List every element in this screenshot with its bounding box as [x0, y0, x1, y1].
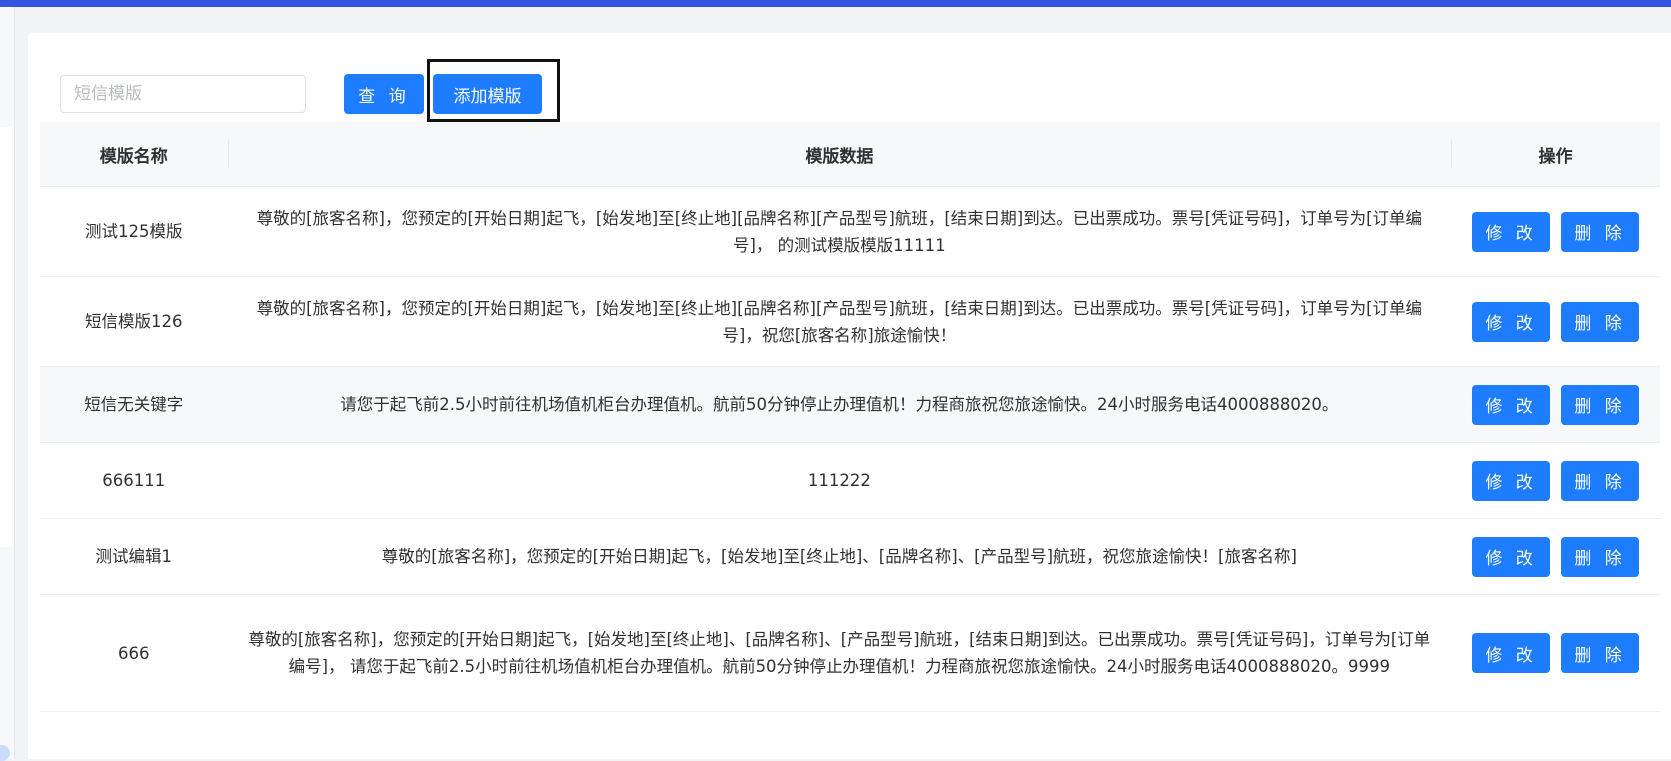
actions-cell: 修 改 删 除: [1451, 518, 1660, 595]
table-row: 短信模版126 尊敬的[旅客名称]，您预定的[开始日期]起飞，[始发地]至[终止…: [40, 276, 1660, 367]
table-row: 666 尊敬的[旅客名称]，您预定的[开始日期]起飞，[始发地]至[终止地]、[…: [40, 594, 1660, 712]
template-search-input[interactable]: [60, 75, 306, 113]
table-row: 测试125模版 尊敬的[旅客名称]，您预定的[开始日期]起飞，[始发地]至[终止…: [40, 186, 1660, 277]
table-row: 短信无关键字 请您于起飞前2.5小时前往机场值机柜台办理值机。航前50分钟停止办…: [40, 366, 1660, 443]
template-data-cell: 尊敬的[旅客名称]，您预定的[开始日期]起飞，[始发地]至[终止地]、[品牌名称…: [227, 518, 1452, 595]
top-accent-bar: [0, 0, 1671, 7]
query-button[interactable]: 查 询: [344, 74, 424, 114]
delete-button[interactable]: 删 除: [1561, 211, 1640, 252]
delete-button[interactable]: 删 除: [1561, 460, 1640, 501]
column-header-actions: 操作: [1451, 122, 1660, 187]
table-row: 666111 111222 修 改 删 除: [40, 442, 1660, 519]
edit-button[interactable]: 修 改: [1472, 460, 1551, 501]
template-name-cell: 测试编辑1: [40, 518, 228, 595]
edit-button[interactable]: 修 改: [1472, 384, 1551, 425]
actions-cell: 修 改 删 除: [1451, 186, 1660, 277]
edit-button[interactable]: 修 改: [1472, 633, 1551, 673]
delete-button[interactable]: 删 除: [1561, 633, 1640, 673]
template-data-cell: 111222: [227, 442, 1452, 519]
delete-button[interactable]: 删 除: [1561, 301, 1640, 342]
sidebar-panel: [0, 127, 12, 547]
edit-button[interactable]: 修 改: [1472, 301, 1551, 342]
template-name-cell: 666: [40, 594, 228, 712]
column-header-data: 模版数据: [227, 122, 1452, 187]
column-header-actions-label: 操作: [1538, 146, 1573, 167]
template-table: 模版名称 模版数据 操作 测试125模版 尊敬的[旅客名称]，您预定的[开始日期…: [40, 122, 1660, 712]
template-data-cell: 尊敬的[旅客名称]，您预定的[开始日期]起飞，[始发地]至[终止地][品牌名称]…: [227, 186, 1452, 277]
table-row: 测试编辑1 尊敬的[旅客名称]，您预定的[开始日期]起飞，[始发地]至[终止地]…: [40, 518, 1660, 595]
actions-cell: 修 改 删 除: [1451, 442, 1660, 519]
template-name-cell: 短信无关键字: [40, 366, 228, 443]
sidebar-edge: [0, 7, 15, 761]
template-name-cell: 测试125模版: [40, 186, 228, 277]
delete-button[interactable]: 删 除: [1561, 536, 1640, 577]
actions-cell: 修 改 删 除: [1451, 276, 1660, 367]
column-separator: [1451, 140, 1453, 168]
template-data-cell: 尊敬的[旅客名称]，您预定的[开始日期]起飞，[始发地]至[终止地]、[品牌名称…: [227, 594, 1452, 712]
content-card: 查 询 添加模版 模版名称 模版数据 操作 测试125模版 尊敬的[旅客名称]，…: [28, 33, 1671, 759]
table-header-row: 模版名称 模版数据 操作: [40, 122, 1660, 187]
actions-cell: 修 改 删 除: [1451, 366, 1660, 443]
template-data-cell: 请您于起飞前2.5小时前往机场值机柜台办理值机。航前50分钟停止办理值机！力程商…: [227, 366, 1452, 443]
column-header-name: 模版名称: [40, 122, 228, 187]
template-name-cell: 666111: [40, 442, 228, 519]
column-separator: [227, 140, 229, 168]
template-name-cell: 短信模版126: [40, 276, 228, 367]
add-template-button[interactable]: 添加模版: [433, 74, 542, 114]
actions-cell: 修 改 删 除: [1451, 594, 1660, 712]
column-header-data-label: 模版数据: [805, 146, 874, 167]
edit-button[interactable]: 修 改: [1472, 211, 1551, 252]
template-data-cell: 尊敬的[旅客名称]，您预定的[开始日期]起飞，[始发地]至[终止地][品牌名称]…: [227, 276, 1452, 367]
edit-button[interactable]: 修 改: [1472, 536, 1551, 577]
delete-button[interactable]: 删 除: [1561, 384, 1640, 425]
